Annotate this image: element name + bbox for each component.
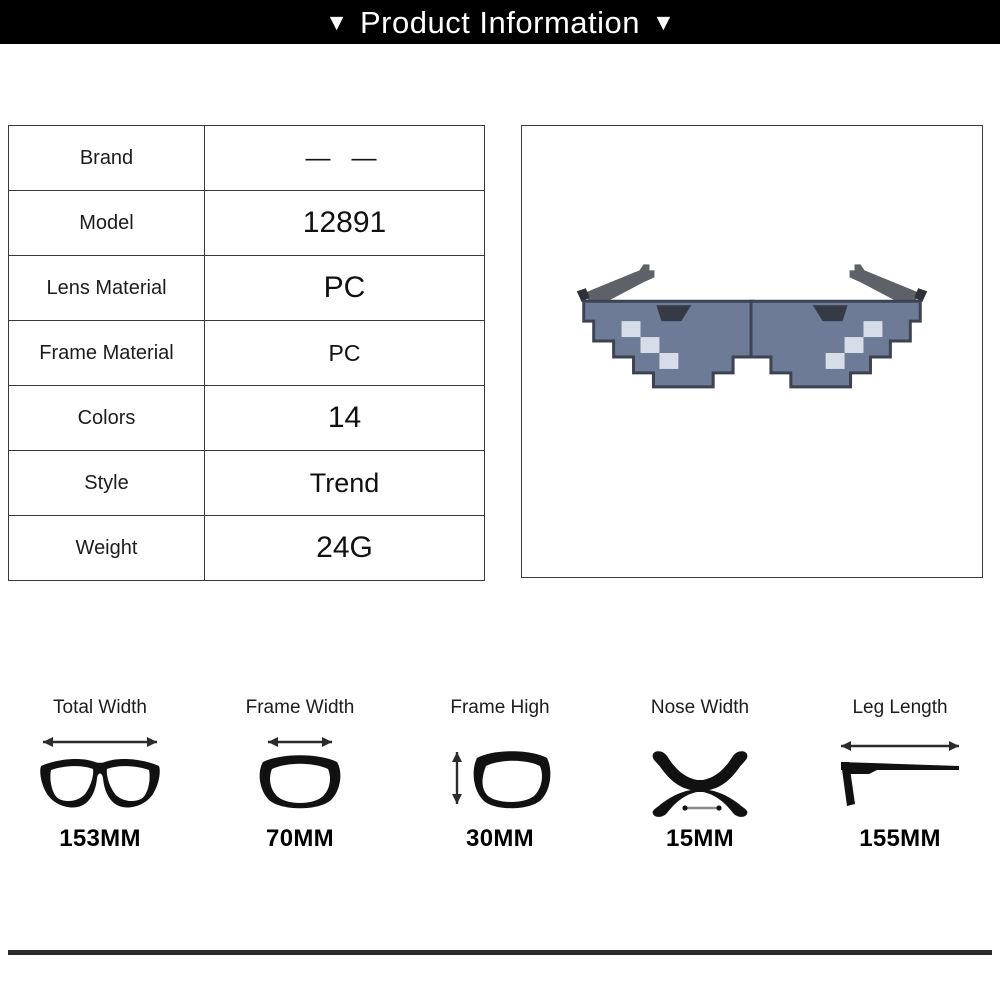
spec-label-brand: Brand <box>8 125 205 191</box>
dimension-value: 70MM <box>266 825 334 852</box>
chevron-down-icon-right: ▼ <box>652 8 675 35</box>
right-lens <box>749 299 922 389</box>
spec-value-style: Trend <box>204 450 485 516</box>
table-row: Brand — — <box>8 125 485 191</box>
chevron-down-icon-left: ▼ <box>325 8 348 35</box>
temple-arm-icon <box>825 727 975 819</box>
left-lens <box>582 299 755 389</box>
dimension-frame-high: Frame High 30MM <box>400 695 600 875</box>
table-row: Lens Material PC <box>8 255 485 321</box>
bottom-divider <box>8 950 992 955</box>
dimension-label: Leg Length <box>852 697 948 718</box>
dimension-value: 15MM <box>666 825 734 852</box>
dimension-value: 30MM <box>466 825 534 852</box>
dimension-specs: Total Width 153MM Frame Width 70MM Frame… <box>0 695 1000 875</box>
table-row: Weight 24G <box>8 515 485 581</box>
full-glasses-icon <box>25 727 175 819</box>
table-row: Frame Material PC <box>8 320 485 386</box>
dimension-frame-width: Frame Width 70MM <box>200 695 400 875</box>
dimension-nose-width: Nose Width 15MM <box>600 695 800 875</box>
spec-value-brand: — — <box>204 125 485 191</box>
spec-label-weight: Weight <box>8 515 205 581</box>
page-title: Product Information <box>359 4 641 40</box>
spec-value-model: 12891 <box>204 190 485 256</box>
dimension-label: Nose Width <box>650 697 750 718</box>
table-row: Model 12891 <box>8 190 485 256</box>
dimension-label: Total Width <box>53 697 147 718</box>
dimension-label: Frame High <box>450 697 550 718</box>
spec-value-frame-material: PC <box>204 320 485 386</box>
spec-value-colors: 14 <box>204 385 485 451</box>
dimension-value: 153MM <box>59 825 141 852</box>
dimension-leg-length: Leg Length 155MM <box>800 695 1000 875</box>
spec-label-colors: Colors <box>8 385 205 451</box>
pixel-sunglasses-product-image <box>576 264 928 389</box>
page-header: ▼ Product Information ▼ <box>0 0 1000 44</box>
spec-value-weight: 24G <box>204 515 485 581</box>
spec-label-model: Model <box>8 190 205 256</box>
product-spec-table: Brand — — Model 12891 Lens Material PC F… <box>8 125 485 581</box>
table-row: Colors 14 <box>8 385 485 451</box>
dimension-value: 155MM <box>859 825 941 852</box>
lens-height-icon <box>435 727 565 819</box>
spec-label-frame-material: Frame Material <box>8 320 205 386</box>
nose-bridge-icon <box>635 727 765 819</box>
dimension-total-width: Total Width 153MM <box>0 695 200 875</box>
spec-label-lens-material: Lens Material <box>8 255 205 321</box>
dimension-label: Frame Width <box>245 697 355 718</box>
single-lens-icon <box>235 727 365 819</box>
spec-label-style: Style <box>8 450 205 516</box>
table-row: Style Trend <box>8 450 485 516</box>
spec-value-lens-material: PC <box>204 255 485 321</box>
product-image-panel <box>521 125 983 578</box>
